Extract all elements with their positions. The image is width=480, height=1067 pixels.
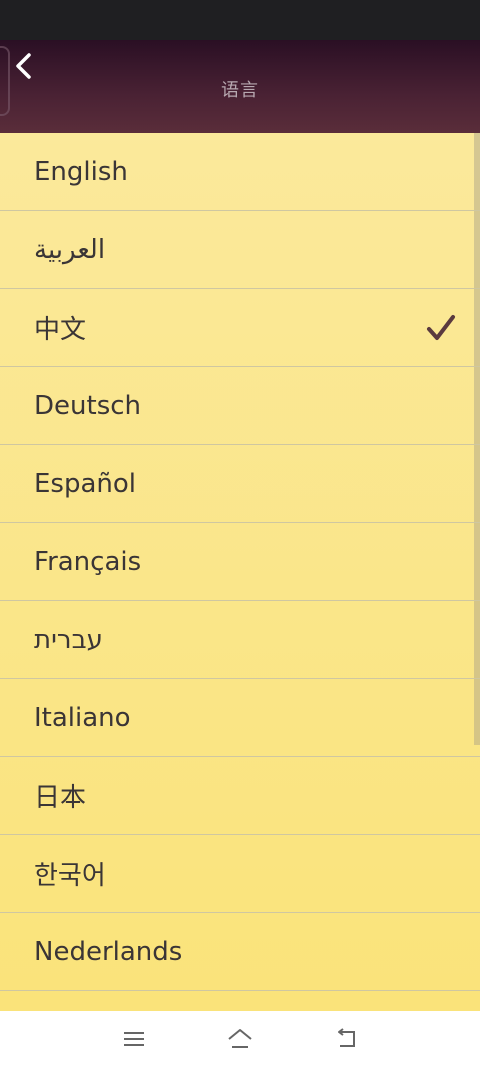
header-bar: 语言 [0, 40, 480, 133]
language-list[interactable]: English العربية 中文 Deutsch Español Franç… [0, 133, 480, 1011]
language-item-french[interactable]: Français [0, 523, 480, 601]
language-label: עברית [34, 624, 103, 655]
language-label: 日本 [34, 783, 87, 813]
language-item-spanish[interactable]: Español [0, 445, 480, 523]
system-nav-bar [0, 1011, 480, 1067]
language-item-korean[interactable]: 한국어 [0, 835, 480, 913]
language-label: English [34, 156, 128, 187]
language-label: Italiano [34, 702, 131, 733]
language-label: Français [34, 546, 142, 577]
language-item-japanese[interactable]: 日本 [0, 757, 480, 835]
back-icon [338, 1028, 355, 1047]
language-label: العربية [34, 234, 106, 265]
language-item-italian[interactable]: Italiano [0, 679, 480, 757]
home-icon [228, 1029, 252, 1048]
language-item-english[interactable]: English [0, 133, 480, 211]
language-label: Nederlands [34, 936, 183, 967]
language-label: 한국어 [34, 861, 106, 891]
status-bar [0, 0, 480, 40]
language-label: Deutsch [34, 390, 142, 421]
language-label: Español [34, 468, 137, 499]
back-nav-button[interactable] [332, 1025, 362, 1053]
menu-icon [124, 1032, 144, 1046]
language-label: 中文 [34, 315, 87, 345]
language-item-hebrew[interactable]: עברית [0, 601, 480, 679]
checkmark-icon [427, 314, 455, 340]
language-item-arabic[interactable]: العربية [0, 211, 480, 289]
home-button[interactable] [225, 1025, 255, 1053]
page-title: 语言 [221, 80, 259, 101]
language-item-german[interactable]: Deutsch [0, 367, 480, 445]
language-item-chinese[interactable]: 中文 [0, 289, 480, 367]
language-item-dutch[interactable]: Nederlands [0, 913, 480, 991]
menu-button[interactable] [119, 1025, 149, 1053]
